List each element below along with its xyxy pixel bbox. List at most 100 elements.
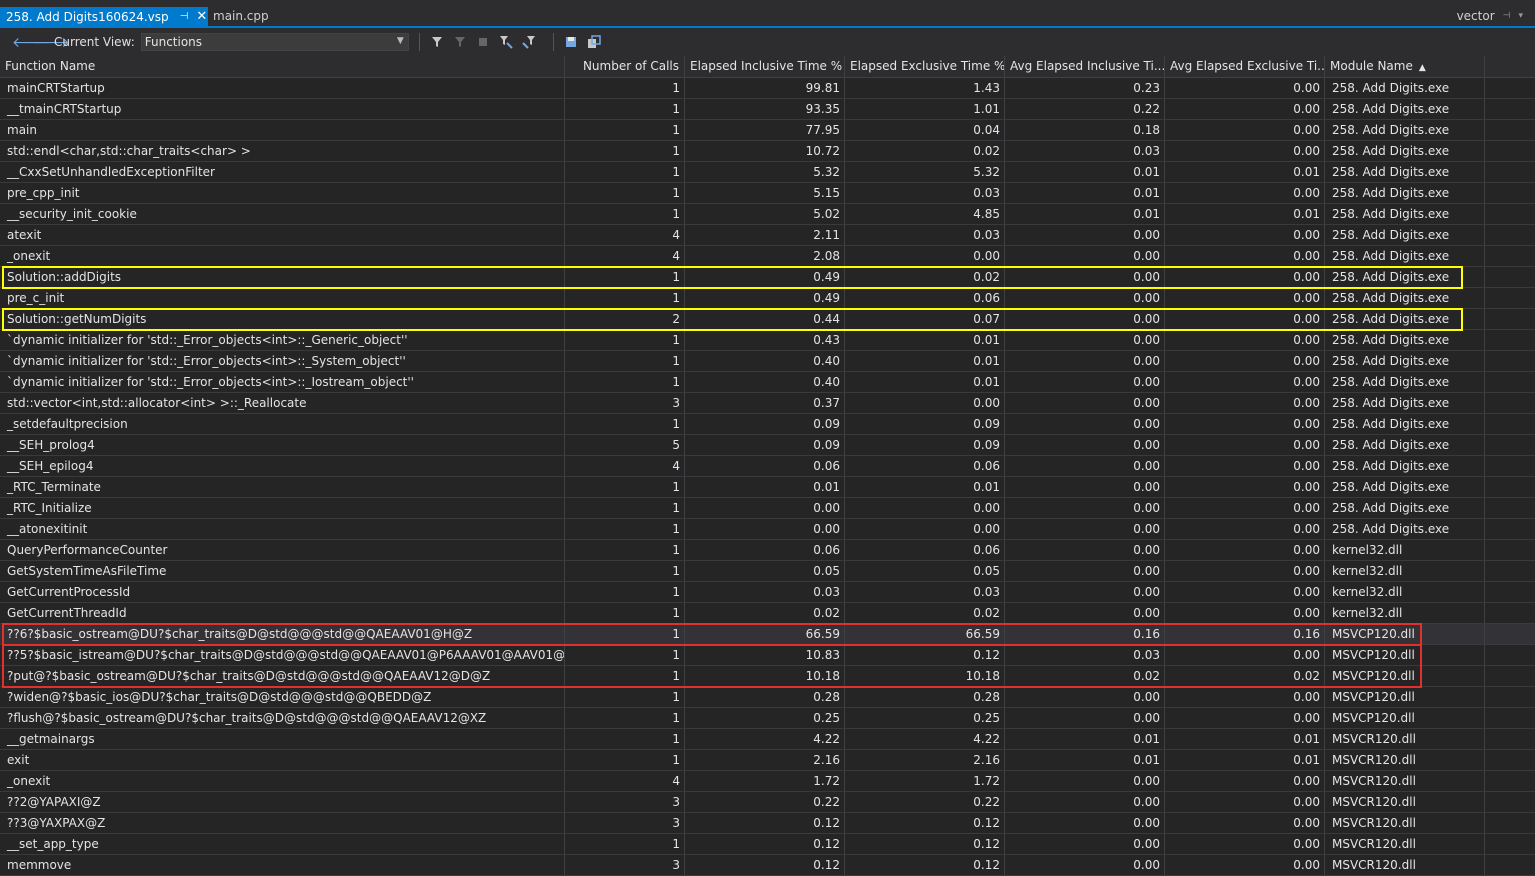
avg-exclusive-cell: 0.00 [1165, 78, 1325, 98]
filter-icon[interactable] [428, 33, 446, 51]
table-row[interactable]: ?widen@?$basic_ios@DU?$char_traits@D@std… [0, 687, 1535, 708]
table-row[interactable]: __atonexitinit 1 0.00 0.00 0.00 0.00 258. Add … [0, 519, 1535, 540]
calls-cell: 1 [565, 183, 685, 203]
tab-dropdown-icon[interactable]: ▾ [1518, 11, 1523, 21]
avg-inclusive-cell: 0.00 [1005, 519, 1165, 539]
tab-vector[interactable]: vector [1457, 9, 1495, 23]
function-name-cell: pre_c_init [0, 288, 565, 308]
table-row[interactable]: __CxxSetUnhandledExceptionFilter 1 5.32 5.3… [0, 162, 1535, 183]
table-row[interactable]: std::endl<char,std::char_traits<char> >1… [0, 141, 1535, 162]
column-header-function-name[interactable]: Function Name [0, 56, 565, 77]
column-header-module-name[interactable]: Module Name ▲ [1325, 56, 1485, 77]
table-row[interactable]: GetCurrentProcessId 1 0.03 0.03 0.00 0.00 kern… [0, 582, 1535, 603]
table-row[interactable]: mainCRTStartup 1 99.81 1.43 0.23 0.00 258. Add… [0, 78, 1535, 99]
table-row[interactable]: pre_c_init 1 0.49 0.06 0.00 0.00 258. Add Digi… [0, 288, 1535, 309]
clear-filter-icon[interactable] [451, 33, 469, 51]
export-icon[interactable] [585, 33, 603, 51]
table-row[interactable]: __set_app_type 1 0.12 0.12 0.00 0.00 MSVCR120.… [0, 834, 1535, 855]
column-header-elapsed-exclusive[interactable]: Elapsed Exclusive Time % [845, 56, 1005, 77]
current-view-select[interactable]: Functions ▼ [140, 33, 409, 51]
table-row[interactable]: std::vector<int,std::allocator<int> >::_… [0, 393, 1535, 414]
table-row[interactable]: main 1 77.95 0.04 0.18 0.00 258. Add Digits.ex… [0, 120, 1535, 141]
table-row[interactable]: QueryPerformanceCounter 1 0.06 0.06 0.00 0.00… [0, 540, 1535, 561]
column-header-avg-inclusive[interactable]: Avg Elapsed Inclusive Ti... [1005, 56, 1165, 77]
pin-icon[interactable]: ⊣ [180, 11, 189, 22]
elapsed-inclusive-cell: 1.72 [685, 771, 845, 791]
row-filler [1485, 708, 1535, 728]
pin-icon[interactable]: ⊣ [1503, 11, 1511, 21]
table-row[interactable]: ??5?$basic_istream@DU?$char_traits@D@std… [0, 645, 1535, 666]
table-row[interactable]: __getmainargs 1 4.22 4.22 0.01 0.01 MSVCR120.d… [0, 729, 1535, 750]
filter-caller-icon[interactable] [497, 33, 515, 51]
close-icon[interactable]: ✕ [196, 9, 207, 24]
table-row[interactable]: GetSystemTimeAsFileTime 1 0.05 0.05 0.00 0.00… [0, 561, 1535, 582]
elapsed-inclusive-cell: 5.32 [685, 162, 845, 182]
column-header-number-of-calls[interactable]: Number of Calls [565, 56, 685, 77]
calls-cell: 1 [565, 267, 685, 287]
column-header-avg-exclusive[interactable]: Avg Elapsed Exclusive Ti... [1165, 56, 1325, 77]
table-row[interactable]: `dynamic initializer for 'std::_Error_ob… [0, 330, 1535, 351]
elapsed-exclusive-cell: 0.01 [845, 477, 1005, 497]
avg-inclusive-cell: 0.18 [1005, 120, 1165, 140]
table-row[interactable]: _onexit 4 1.72 1.72 0.00 0.00 MSVCR120.dll [0, 771, 1535, 792]
table-row[interactable]: GetCurrentThreadId 1 0.02 0.02 0.00 0.00 kerne… [0, 603, 1535, 624]
avg-exclusive-cell: 0.00 [1165, 183, 1325, 203]
elapsed-inclusive-cell: 0.25 [685, 708, 845, 728]
filter-callee-icon[interactable] [520, 33, 538, 51]
elapsed-inclusive-cell: 5.15 [685, 183, 845, 203]
table-row[interactable]: _setdefaultprecision 1 0.09 0.09 0.00 0.00 258… [0, 414, 1535, 435]
module-name-cell: 258. Add Digits.exe [1325, 120, 1485, 140]
current-view-label: Current View: [54, 35, 135, 49]
table-row[interactable]: atexit 4 2.11 0.03 0.00 0.00 258. Add Digits.e… [0, 225, 1535, 246]
function-name-cell: GetSystemTimeAsFileTime [0, 561, 565, 581]
module-name-cell: 258. Add Digits.exe [1325, 162, 1485, 182]
stop-icon[interactable] [474, 33, 492, 51]
tab-report[interactable]: 258. Add Digits160624.vsp ⊣ ✕ [0, 7, 208, 26]
back-arrow-icon[interactable]: 🡐 [12, 34, 50, 51]
elapsed-inclusive-cell: 2.16 [685, 750, 845, 770]
table-row[interactable]: ??6?$basic_ostream@DU?$char_traits@D@std… [0, 624, 1535, 645]
table-row[interactable]: _RTC_Initialize 1 0.00 0.00 0.00 0.00 258. Add… [0, 498, 1535, 519]
table-row[interactable]: ??2@YAPAXI@Z 3 0.22 0.22 0.00 0.00 MSVCR120.dl… [0, 792, 1535, 813]
calls-cell: 1 [565, 582, 685, 602]
table-row[interactable]: `dynamic initializer for 'std::_Error_ob… [0, 372, 1535, 393]
avg-inclusive-cell: 0.00 [1005, 414, 1165, 434]
elapsed-inclusive-cell: 2.08 [685, 246, 845, 266]
elapsed-exclusive-cell: 0.02 [845, 267, 1005, 287]
module-name-cell: 258. Add Digits.exe [1325, 372, 1485, 392]
avg-inclusive-cell: 0.00 [1005, 813, 1165, 833]
column-header-elapsed-inclusive[interactable]: Elapsed Inclusive Time % [685, 56, 845, 77]
avg-exclusive-cell: 0.00 [1165, 477, 1325, 497]
table-row[interactable]: Solution::getNumDigits 2 0.44 0.07 0.00 0.00 2… [0, 309, 1535, 330]
avg-inclusive-cell: 0.00 [1005, 855, 1165, 875]
table-row[interactable]: __tmainCRTStartup 1 93.35 1.01 0.22 0.00 258. … [0, 99, 1535, 120]
avg-exclusive-cell: 0.00 [1165, 225, 1325, 245]
table-row[interactable]: memmove 3 0.12 0.12 0.00 0.00 MSVCR120.dll [0, 855, 1535, 876]
table-row[interactable]: ??3@YAXPAX@Z 3 0.12 0.12 0.00 0.00 MSVCR120.dl… [0, 813, 1535, 834]
row-filler [1485, 540, 1535, 560]
forward-arrow-icon[interactable]: 🡒 [32, 34, 70, 51]
table-row[interactable]: _RTC_Terminate 1 0.01 0.01 0.00 0.00 258. Add … [0, 477, 1535, 498]
table-row[interactable]: __security_init_cookie 1 5.02 4.85 0.01 0.01 2… [0, 204, 1535, 225]
table-row[interactable]: __SEH_epilog4 4 0.06 0.06 0.00 0.00 258. Add D… [0, 456, 1535, 477]
table-row[interactable]: __SEH_prolog4 5 0.09 0.09 0.00 0.00 258. Add D… [0, 435, 1535, 456]
table-row[interactable]: Solution::addDigits 1 0.49 0.02 0.00 0.00 258.… [0, 267, 1535, 288]
table-row[interactable]: ?put@?$basic_ostream@DU?$char_traits@D@s… [0, 666, 1535, 687]
row-filler [1485, 687, 1535, 707]
elapsed-exclusive-cell: 0.22 [845, 792, 1005, 812]
avg-inclusive-cell: 0.00 [1005, 309, 1165, 329]
current-view-value: Functions [144, 35, 203, 49]
table-row[interactable]: exit 1 2.16 2.16 0.01 0.01 MSVCR120.dll [0, 750, 1535, 771]
table-row[interactable]: pre_cpp_init 1 5.15 0.03 0.01 0.00 258. Add Di… [0, 183, 1535, 204]
save-icon[interactable] [562, 33, 580, 51]
elapsed-inclusive-cell: 99.81 [685, 78, 845, 98]
tab-main-cpp[interactable]: main.cpp [213, 9, 269, 23]
table-row[interactable]: ?flush@?$basic_ostream@DU?$char_traits@D… [0, 708, 1535, 729]
calls-cell: 2 [565, 309, 685, 329]
table-row[interactable]: _onexit 4 2.08 0.00 0.00 0.00 258. Add Digits.… [0, 246, 1535, 267]
calls-cell: 1 [565, 750, 685, 770]
table-row[interactable]: `dynamic initializer for 'std::_Error_ob… [0, 351, 1535, 372]
elapsed-inclusive-cell: 66.59 [685, 624, 845, 644]
avg-inclusive-cell: 0.00 [1005, 246, 1165, 266]
elapsed-exclusive-cell: 0.00 [845, 393, 1005, 413]
